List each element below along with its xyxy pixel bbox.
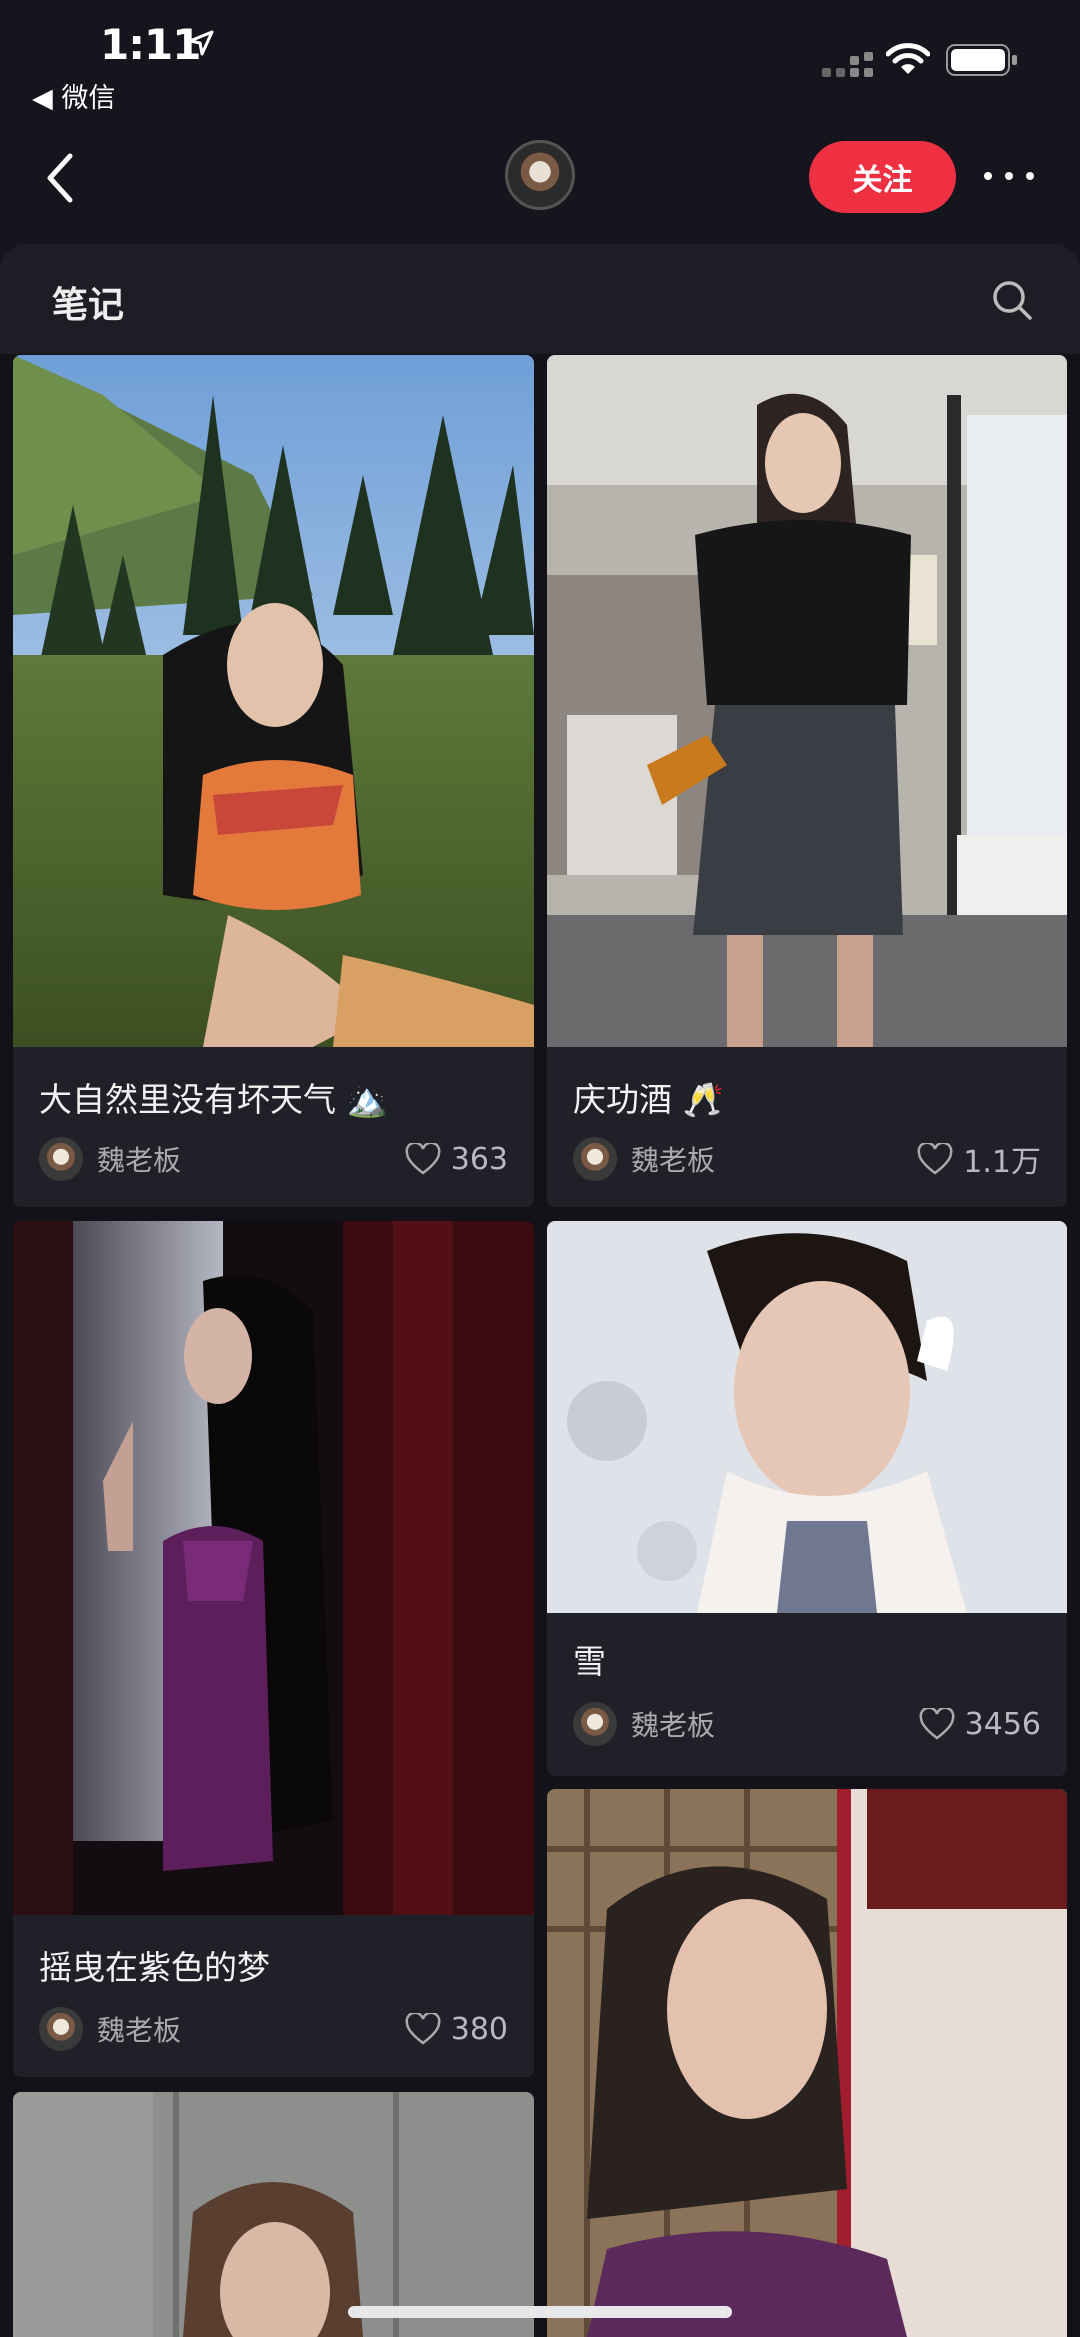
note-title: 摇曳在紫色的梦 bbox=[39, 1948, 270, 1987]
note-meta: 魏老板 3456 bbox=[573, 1701, 1041, 1747]
home-indicator[interactable] bbox=[348, 2306, 732, 2318]
note-photo-plaid-chair bbox=[547, 1789, 1067, 2337]
more-icon[interactable] bbox=[980, 166, 1038, 186]
avatar bbox=[39, 1137, 83, 1181]
note-card[interactable]: 庆功酒 🥂 魏老板 1.1万 bbox=[547, 355, 1067, 1207]
back-to-wechat-link[interactable]: ◀ 微信 bbox=[32, 76, 115, 115]
note-card[interactable] bbox=[13, 2092, 534, 2337]
heart-icon[interactable] bbox=[405, 2013, 441, 2045]
like-count-value: 3456 bbox=[964, 1706, 1041, 1742]
note-card[interactable]: 摇曳在紫色的梦 魏老板 380 bbox=[13, 1221, 534, 2077]
like-count[interactable]: 1.1万 bbox=[917, 1137, 1041, 1181]
signal-icon bbox=[822, 52, 873, 77]
note-photo-office bbox=[547, 355, 1067, 1047]
avatar bbox=[573, 1702, 617, 1746]
like-count-value: 1.1万 bbox=[963, 1145, 1041, 1180]
note-card[interactable]: 大自然里没有坏天气 🏔️ 魏老板 363 bbox=[13, 355, 534, 1207]
note-meta: 魏老板 380 bbox=[39, 2006, 508, 2052]
heart-icon[interactable] bbox=[919, 1708, 955, 1740]
back-chevron-icon[interactable] bbox=[40, 150, 84, 206]
location-arrow-icon bbox=[188, 30, 214, 56]
note-photo-snow bbox=[547, 1221, 1067, 1613]
note-photo-concrete-wall bbox=[13, 2092, 534, 2337]
like-count[interactable]: 363 bbox=[405, 1142, 508, 1177]
profile-avatar[interactable] bbox=[505, 140, 575, 210]
like-count-value: 380 bbox=[450, 2011, 508, 2047]
note-author: 魏老板 bbox=[631, 1144, 716, 1177]
heart-icon[interactable] bbox=[917, 1143, 953, 1175]
note-author: 魏老板 bbox=[97, 1144, 182, 1177]
note-author: 魏老板 bbox=[97, 2014, 182, 2047]
note-title: 雪 bbox=[573, 1642, 606, 1681]
note-card[interactable] bbox=[547, 1789, 1067, 2337]
avatar bbox=[39, 2007, 83, 2051]
like-count[interactable]: 380 bbox=[405, 2012, 508, 2047]
heart-icon[interactable] bbox=[405, 1143, 441, 1175]
search-icon[interactable] bbox=[990, 278, 1034, 322]
note-card[interactable]: 雪 魏老板 3456 bbox=[547, 1221, 1067, 1776]
note-title: 大自然里没有坏天气 🏔️ bbox=[39, 1080, 388, 1119]
note-meta: 魏老板 363 bbox=[39, 1136, 508, 1182]
like-count[interactable]: 3456 bbox=[919, 1707, 1041, 1742]
note-photo-mountain-meadow bbox=[13, 355, 534, 1047]
note-meta: 魏老板 1.1万 bbox=[573, 1136, 1041, 1182]
follow-button[interactable]: 关注 bbox=[809, 141, 956, 213]
like-count-value: 363 bbox=[450, 1141, 508, 1177]
section-title: 笔记 bbox=[52, 285, 125, 326]
avatar bbox=[573, 1137, 617, 1181]
battery-icon bbox=[946, 44, 1017, 76]
note-photo-purple-dress bbox=[13, 1221, 534, 1915]
note-author: 魏老板 bbox=[631, 1709, 716, 1742]
wifi-icon bbox=[886, 43, 930, 74]
note-title: 庆功酒 🥂 bbox=[573, 1080, 724, 1119]
